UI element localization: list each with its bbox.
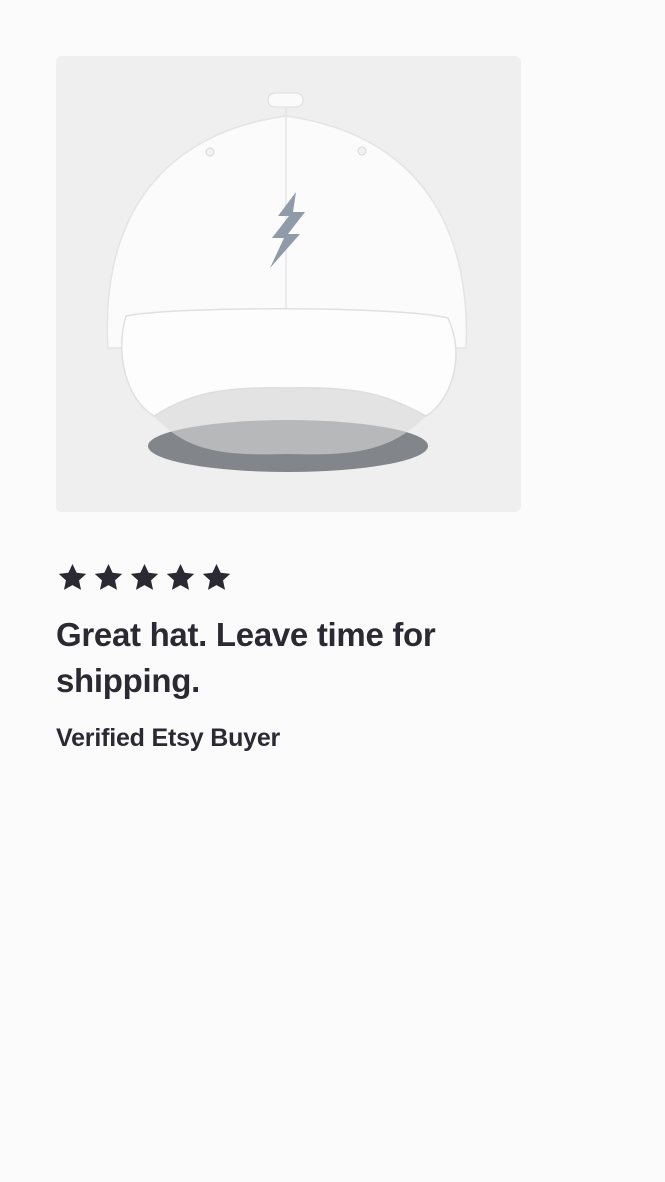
review-text: Great hat. Leave time for shipping.: [56, 616, 436, 699]
star-rating: [56, 562, 526, 594]
product-image[interactable]: [56, 56, 521, 512]
star-icon: [58, 564, 87, 590]
star-icon: [202, 564, 231, 590]
star-icon: [94, 564, 123, 590]
star-icon: [130, 564, 159, 590]
reviewer-name: Verified Etsy Buyer: [56, 724, 281, 752]
review-card: Great hat. Leave time for shipping. Veri…: [56, 56, 526, 753]
star-icon: [166, 564, 195, 590]
